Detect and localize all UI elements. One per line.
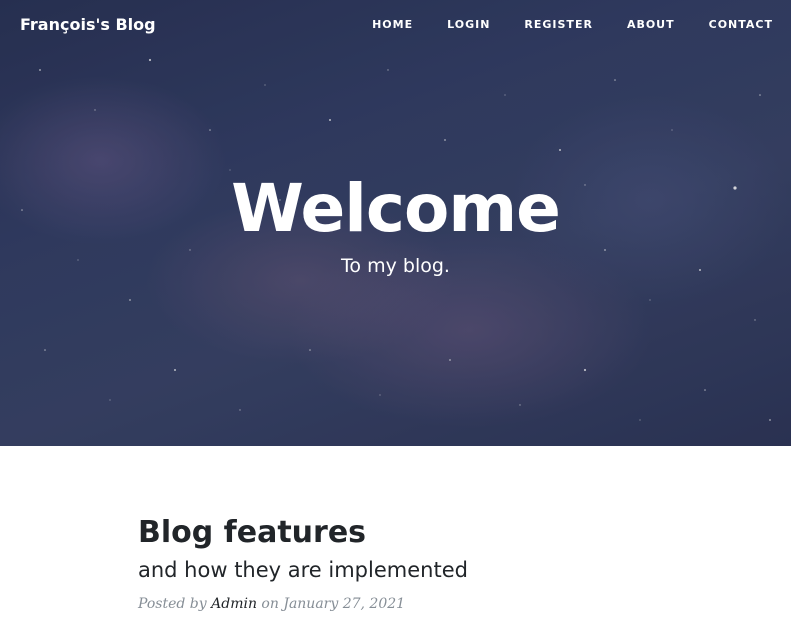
post-subtitle: and how they are implemented — [138, 558, 468, 582]
on-label: on — [261, 596, 279, 612]
post-preview: Blog features and how they are implement… — [138, 514, 658, 614]
post-meta: Posted by Admin on January 27, 2021 — [138, 594, 658, 614]
nav-home-link[interactable]: HOME — [372, 18, 413, 31]
masthead-hero: François's Blog HOME LOGIN REGISTER ABOU… — [0, 0, 791, 446]
brand-link[interactable]: François's Blog — [20, 15, 156, 34]
post-title: Blog features — [138, 515, 367, 550]
post-date: January 27, 2021 — [283, 596, 406, 612]
nav-register-link[interactable]: REGISTER — [524, 18, 593, 31]
top-navbar: François's Blog HOME LOGIN REGISTER ABOU… — [0, 0, 791, 48]
nav-contact-link[interactable]: CONTACT — [709, 18, 773, 31]
hero-subtitle: To my blog. — [341, 255, 450, 277]
posted-by-label: Posted by — [138, 596, 207, 612]
hero-heading-block: Welcome To my blog. — [0, 170, 791, 278]
nav-links: HOME LOGIN REGISTER ABOUT CONTACT — [338, 18, 773, 31]
nav-login-link[interactable]: LOGIN — [447, 18, 490, 31]
nav-about-link[interactable]: ABOUT — [627, 18, 675, 31]
post-link[interactable]: Blog features and how they are implement… — [138, 514, 658, 584]
author-link[interactable]: Admin — [211, 596, 257, 612]
hero-title: Welcome — [231, 170, 561, 247]
